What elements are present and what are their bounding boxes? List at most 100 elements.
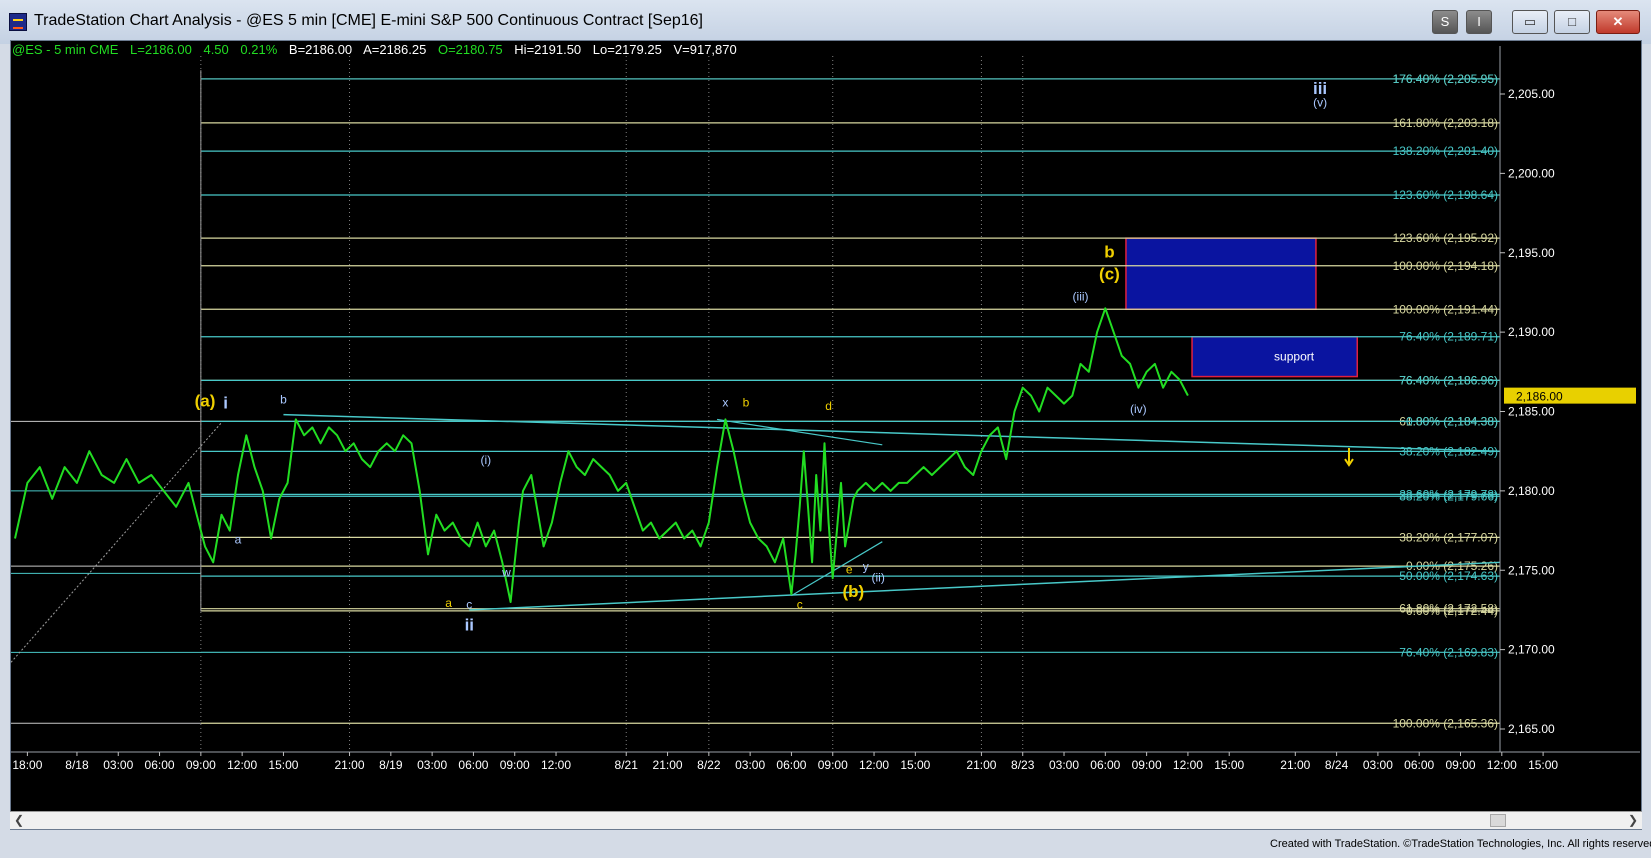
y-tick-label-8: 2,165.00 bbox=[1508, 722, 1555, 736]
x-tick-label-15: 8/22 bbox=[697, 758, 721, 772]
info-open: O=2180.75 bbox=[437, 42, 503, 57]
cyan-fib-label-8: 38.20% (2,179.66) bbox=[1399, 489, 1498, 503]
target-box-0 bbox=[1125, 237, 1317, 311]
blue-wave-label-5: (i) bbox=[480, 453, 491, 467]
x-tick-label-6: 15:00 bbox=[268, 758, 298, 772]
cyan-fib-label-4: 76.40% (2,186.96) bbox=[1399, 373, 1498, 387]
x-tick-label-21: 21:00 bbox=[966, 758, 996, 772]
cyan-fib-label-9: 50.00% (2,174.63) bbox=[1399, 569, 1498, 583]
x-tick-label-34: 15:00 bbox=[1528, 758, 1558, 772]
info-volume: V=917,870 bbox=[673, 42, 737, 57]
x-tick-label-1: 8/18 bbox=[65, 758, 89, 772]
yellow-fib-label-3: 100.00% (2,194.18) bbox=[1393, 259, 1498, 273]
cyan-fib-label-1: 138.20% (2,201.40) bbox=[1393, 144, 1498, 158]
cyan-fib-label-2: 123.60% (2,198.64) bbox=[1393, 188, 1498, 202]
last-price-label: 2,186.00 bbox=[1516, 390, 1563, 404]
blue-wave-label-3: c bbox=[466, 597, 472, 611]
x-tick-label-28: 21:00 bbox=[1280, 758, 1310, 772]
x-tick-label-8: 8/19 bbox=[379, 758, 403, 772]
quote-info-bar: @ES - 5 min CME L=2186.00 4.50 0.21% B=2… bbox=[12, 42, 745, 57]
yellow-wave-label-8: (c) bbox=[1099, 265, 1120, 284]
x-tick-label-10: 06:00 bbox=[458, 758, 488, 772]
info-low: Lo=2179.25 bbox=[592, 42, 662, 57]
yellow-wave-label-2: b bbox=[743, 396, 750, 410]
yellow-fib-label-11: 100.00% (2,165.36) bbox=[1393, 716, 1498, 730]
box-label-support: support bbox=[1274, 350, 1315, 364]
down-arrow-icon bbox=[1344, 448, 1354, 467]
price-layer bbox=[14, 307, 1189, 603]
x-tick-label-31: 06:00 bbox=[1404, 758, 1434, 772]
x-tick-label-18: 09:00 bbox=[818, 758, 848, 772]
info-bid: B=2186.00 bbox=[288, 42, 353, 57]
x-tick-label-3: 06:00 bbox=[145, 758, 175, 772]
blue-wave-label-9: (ii) bbox=[872, 570, 885, 584]
blue-wave-label-4: ii bbox=[465, 616, 474, 635]
y-tick-label-7: 2,170.00 bbox=[1508, 643, 1555, 657]
x-tick-label-29: 8/24 bbox=[1325, 758, 1349, 772]
blue-wave-label-2: a bbox=[235, 532, 242, 546]
info-symbol: @ES - 5 min CME bbox=[12, 42, 119, 57]
yellow-wave-label-0: (a) bbox=[195, 392, 216, 411]
blue-wave-label-1: b bbox=[280, 393, 287, 407]
y-tick-label-1: 2,200.00 bbox=[1508, 166, 1555, 180]
box-layer: support bbox=[1125, 237, 1359, 378]
blue-wave-label-10: (iii) bbox=[1073, 289, 1089, 303]
x-tick-label-11: 09:00 bbox=[500, 758, 530, 772]
blue-wave-label-8: y bbox=[863, 559, 869, 573]
blue-wave-label-0: i bbox=[223, 393, 228, 412]
yellow-fib-label-2: 123.60% (2,195.92) bbox=[1393, 231, 1498, 245]
x-tick-label-5: 12:00 bbox=[227, 758, 257, 772]
yellow-wave-label-6: c bbox=[797, 597, 803, 611]
y-tick-label-6: 2,175.00 bbox=[1508, 563, 1555, 577]
yellow-wave-label-5: (b) bbox=[843, 582, 865, 601]
horizontal-scrollbar[interactable]: ❮ ❯ bbox=[10, 811, 1642, 829]
scroll-left-icon[interactable]: ❮ bbox=[14, 813, 28, 827]
y-tick-label-5: 2,180.00 bbox=[1508, 484, 1555, 498]
info-last: L=2186.00 bbox=[130, 42, 192, 57]
x-tick-label-20: 15:00 bbox=[900, 758, 930, 772]
x-tick-label-19: 12:00 bbox=[859, 758, 889, 772]
yellow-fib-label-4: 100.00% (2,191.44) bbox=[1393, 302, 1498, 316]
x-tick-label-14: 21:00 bbox=[653, 758, 683, 772]
yellow-wave-label-7: b bbox=[1104, 243, 1114, 262]
scroll-thumb[interactable] bbox=[1490, 814, 1506, 827]
blue-wave-label-6: w bbox=[501, 566, 511, 580]
yellow-wave-label-4: e bbox=[846, 562, 853, 576]
x-tick-label-33: 12:00 bbox=[1487, 758, 1517, 772]
blue-wave-label-11: (iv) bbox=[1130, 402, 1147, 416]
yellow-fib-label-7: 38.20% (2,177.07) bbox=[1399, 530, 1498, 544]
x-tick-label-30: 03:00 bbox=[1363, 758, 1393, 772]
cyan-fib-label-3: 76.40% (2,189.71) bbox=[1399, 330, 1498, 344]
cyan-fib-label-5: 0.00% (2,184.38) bbox=[1406, 414, 1498, 428]
price-series-line bbox=[14, 307, 1189, 603]
x-tick-label-12: 12:00 bbox=[541, 758, 571, 772]
x-tick-label-23: 03:00 bbox=[1049, 758, 1079, 772]
y-tick-label-2: 2,195.00 bbox=[1508, 246, 1555, 260]
x-tick-label-24: 06:00 bbox=[1090, 758, 1120, 772]
info-pct: 0.21% bbox=[240, 42, 278, 57]
x-tick-label-7: 21:00 bbox=[335, 758, 365, 772]
x-tick-label-9: 03:00 bbox=[417, 758, 447, 772]
yellow-fib-label-10: 0.00% (2,172.44) bbox=[1406, 604, 1498, 618]
y-tick-label-0: 2,205.00 bbox=[1508, 87, 1555, 101]
wave-label-layer: (a)ab de(b)cb(c)i bacii(i)wxy(ii)(iii)(iv)… bbox=[195, 79, 1354, 635]
y-tick-label-3: 2,190.00 bbox=[1508, 325, 1555, 339]
grid-layer bbox=[200, 56, 1024, 752]
yellow-wave-label-3: d bbox=[825, 399, 832, 413]
upper-trendline bbox=[283, 413, 1501, 452]
x-tick-label-2: 03:00 bbox=[103, 758, 133, 772]
yellow-fib-label-1: 161.80% (2,203.18) bbox=[1393, 116, 1498, 130]
blue-wave-label-13: (v) bbox=[1313, 96, 1327, 110]
x-tick-label-25: 09:00 bbox=[1132, 758, 1162, 772]
blue-wave-label-7: x bbox=[722, 396, 728, 410]
x-tick-label-32: 09:00 bbox=[1445, 758, 1475, 772]
x-tick-label-4: 09:00 bbox=[186, 758, 216, 772]
x-tick-label-0: 18:00 bbox=[12, 758, 42, 772]
yellow-wave-label-1: a bbox=[445, 596, 452, 610]
x-tick-label-16: 03:00 bbox=[735, 758, 765, 772]
y-tick-label-4: 2,185.00 bbox=[1508, 405, 1555, 419]
price-chart[interactable]: support 176.40% (2,205.95) 161.80% (2,203… bbox=[0, 0, 1651, 810]
scroll-right-icon[interactable]: ❯ bbox=[1624, 813, 1638, 827]
x-tick-label-13: 8/21 bbox=[615, 758, 639, 772]
cyan-fib-label-0: 176.40% (2,205.95) bbox=[1393, 72, 1498, 86]
